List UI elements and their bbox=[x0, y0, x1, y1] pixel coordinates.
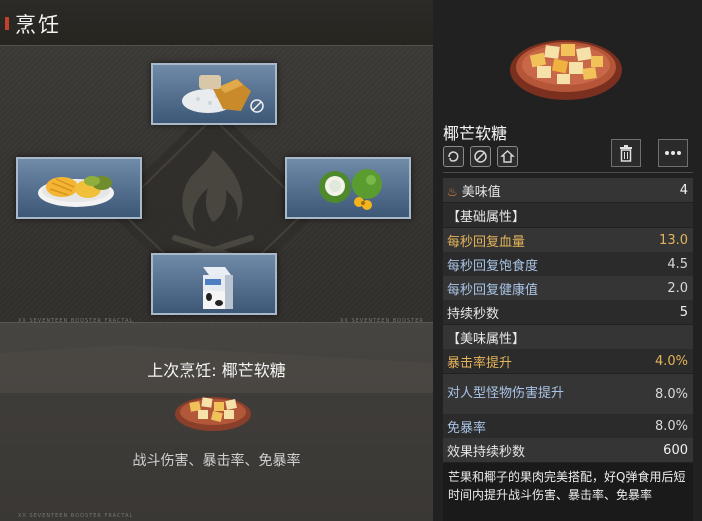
dish-description: 芒果和椰子的果肉完美搭配，好Q弹食用后短时间内提升战斗伤害、暴击率、免暴率 bbox=[443, 463, 693, 521]
stat-label: 暴击率提升 bbox=[447, 355, 513, 371]
stat-row: 对人型怪物伤害提升 8.0% bbox=[443, 374, 693, 414]
ingredient-slot-top[interactable] bbox=[151, 63, 277, 125]
stat-row: 免暴率 8.0% bbox=[443, 414, 693, 438]
basic-attributes-header: 【基础属性】 bbox=[443, 203, 693, 227]
stat-value: 13.0 bbox=[659, 232, 688, 248]
trash-icon bbox=[620, 145, 632, 162]
dish-detail-panel: 椰芒软糖 ♨ 美味值 4 【基础属性】 每秒回复血量 13.0 每秒回复饱食度 4… bbox=[433, 0, 702, 521]
stat-row: 暴击率提升 4.0% bbox=[443, 349, 693, 373]
stat-label: 每秒回复饱食度 bbox=[447, 258, 539, 274]
stat-value: 4.0% bbox=[654, 353, 688, 369]
dish-name: 椰芒软糖 bbox=[443, 124, 508, 143]
taste-attributes-header: 【美味属性】 bbox=[443, 325, 693, 349]
last-cook-dish-icon bbox=[175, 397, 251, 431]
ellipsis-icon bbox=[665, 151, 681, 155]
stat-row: 持续秒数 5 bbox=[443, 300, 693, 324]
ingredient-slot-bottom[interactable] bbox=[151, 253, 277, 315]
stat-label: 免暴率 bbox=[447, 420, 487, 436]
flame-icon: ♨ bbox=[447, 184, 458, 199]
stat-value: 600 bbox=[663, 442, 688, 458]
taste-label: 美味值 bbox=[461, 184, 501, 200]
stat-row: 每秒回复血量 13.0 bbox=[443, 228, 693, 252]
home-icon bbox=[497, 146, 518, 167]
last-cook-effects: 战斗伤害、暴击率、免暴率 bbox=[132, 453, 301, 469]
milk-carton-icon bbox=[203, 267, 233, 309]
screen-header: 烹饪 bbox=[0, 0, 433, 46]
stat-value: 8.0% bbox=[654, 418, 688, 434]
detail-divider bbox=[443, 172, 693, 173]
delete-button[interactable] bbox=[611, 139, 641, 167]
cooking-panel: 烹饪 XX SEVENTEEN BOOSTER FRACTAL XX SEVEN… bbox=[0, 0, 433, 521]
stat-value: 4.5 bbox=[667, 256, 688, 272]
stat-label: 每秒回复健康值 bbox=[447, 282, 539, 298]
ingredient-slot-right[interactable] bbox=[285, 157, 411, 219]
stat-value: 2.0 bbox=[667, 280, 688, 296]
stat-label: 每秒回复血量 bbox=[447, 234, 526, 250]
last-cook-title: 上次烹饪: 椰芒软糖 bbox=[147, 361, 286, 380]
taste-value-row: ♨ 美味值 4 bbox=[443, 178, 693, 202]
coconut-icon bbox=[319, 169, 382, 210]
ingredient-slot-left[interactable] bbox=[16, 157, 142, 219]
more-options-button[interactable] bbox=[658, 139, 688, 167]
stat-row: 每秒回复健康值 2.0 bbox=[443, 276, 693, 300]
screen-title: 烹饪 bbox=[15, 13, 61, 37]
stat-label: 持续秒数 bbox=[447, 306, 500, 322]
dish-preview-icon bbox=[510, 40, 622, 100]
stat-row: 每秒回复饱食度 4.5 bbox=[443, 252, 693, 276]
panel-code-bottom: XX SEVENTEEN BOOSTER FRACTAL bbox=[18, 513, 134, 519]
stat-value: 8.0% bbox=[654, 386, 688, 402]
taste-value: 4 bbox=[679, 182, 688, 198]
stat-row: 效果持续秒数 600 bbox=[443, 438, 693, 462]
stomach-icon bbox=[443, 146, 464, 167]
stat-label: 效果持续秒数 bbox=[447, 444, 526, 460]
header-marker bbox=[5, 17, 9, 30]
dish-tag-icons bbox=[443, 146, 518, 167]
stat-value: 5 bbox=[679, 304, 688, 320]
stat-label: 对人型怪物伤害提升 bbox=[447, 386, 565, 401]
salt-and-sugar-icon bbox=[182, 75, 264, 113]
mango-plate-icon bbox=[38, 176, 114, 207]
no-icon bbox=[470, 146, 491, 167]
